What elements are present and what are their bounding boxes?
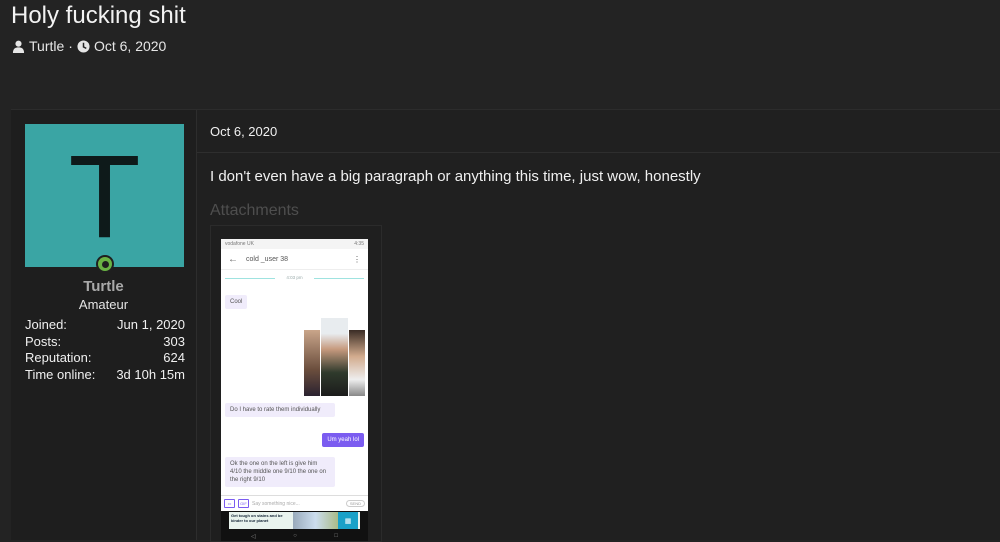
clock-icon [77, 39, 90, 53]
attachment-thumbnail[interactable]: vodafone UK 4:35 ← cold _user 38 ⋮ 4:03 … [210, 225, 382, 542]
send-button: SEND [345, 500, 365, 507]
attachments-label: Attachments [210, 202, 299, 219]
avatar-letter: T [68, 131, 141, 263]
chat-header: ← cold _user 38 ⋮ [221, 249, 368, 270]
photo-right [349, 330, 365, 396]
chat-bubble: Ok the one on the left is give him 4/10 … [225, 457, 335, 487]
chat-bubble: Um yeah lol [322, 433, 364, 447]
ad-text: Get tough on stains and be kinder to our… [231, 513, 283, 523]
photo-left [304, 330, 320, 396]
stat-time-online: Time online: 3d 10h 15m [25, 366, 185, 382]
stat-posts: Posts: 303 [25, 333, 185, 349]
back-arrow-icon: ← [228, 253, 238, 265]
post-header: Oct 6, 2020 [197, 110, 1000, 153]
thread-date-link[interactable]: Oct 6, 2020 [94, 38, 166, 54]
thread-meta: Turtle · Oct 6, 2020 [12, 38, 166, 54]
stat-joined: Joined: Jun 1, 2020 [25, 317, 185, 332]
user-icon [12, 40, 25, 53]
chat-input-bar: ▭ GIF Say something nice... SEND [221, 495, 368, 511]
post: T Turtle Amateur Joined: Jun 1, 2020 Pos… [11, 109, 1000, 542]
chat-bubble: Cool [225, 295, 248, 309]
post-date[interactable]: Oct 6, 2020 [210, 124, 277, 139]
meta-separator: · [68, 38, 73, 54]
user-stats: Joined: Jun 1, 2020 Posts: 303 Reputatio… [25, 317, 185, 383]
time-divider: 4:03 pm [221, 275, 368, 280]
attachment-image[interactable]: vodafone UK 4:35 ← cold _user 38 ⋮ 4:03 … [221, 239, 368, 541]
chat-contact: cold _user 38 [246, 255, 289, 263]
post-body: I don't even have a big paragraph or any… [210, 168, 701, 185]
image-icon: ▭ [224, 499, 235, 508]
gif-icon: GIF [238, 499, 249, 508]
phone-status-bar: vodafone UK 4:35 [221, 239, 368, 249]
photo-middle [321, 318, 348, 396]
chat-input-placeholder: Say something nice... [252, 500, 300, 507]
user-panel: T Turtle Amateur Joined: Jun 1, 2020 Pos… [11, 110, 197, 540]
username[interactable]: Turtle [11, 278, 196, 295]
ad-image [293, 512, 338, 529]
thread-title: Holy fucking shit [11, 2, 186, 29]
chat-bubble: Do I have to rate them individually [225, 403, 335, 417]
online-status-icon [96, 255, 114, 273]
more-vert-icon: ⋮ [353, 254, 361, 264]
photo-strip [304, 316, 365, 396]
ad-banner: Get tough on stains and be kinder to our… [221, 511, 368, 541]
author-link[interactable]: Turtle [29, 38, 64, 54]
stat-reputation: Reputation: 624 [25, 350, 185, 365]
avatar[interactable]: T [25, 124, 184, 267]
qr-icon: ▦ [338, 512, 358, 529]
user-title: Amateur [78, 297, 129, 312]
